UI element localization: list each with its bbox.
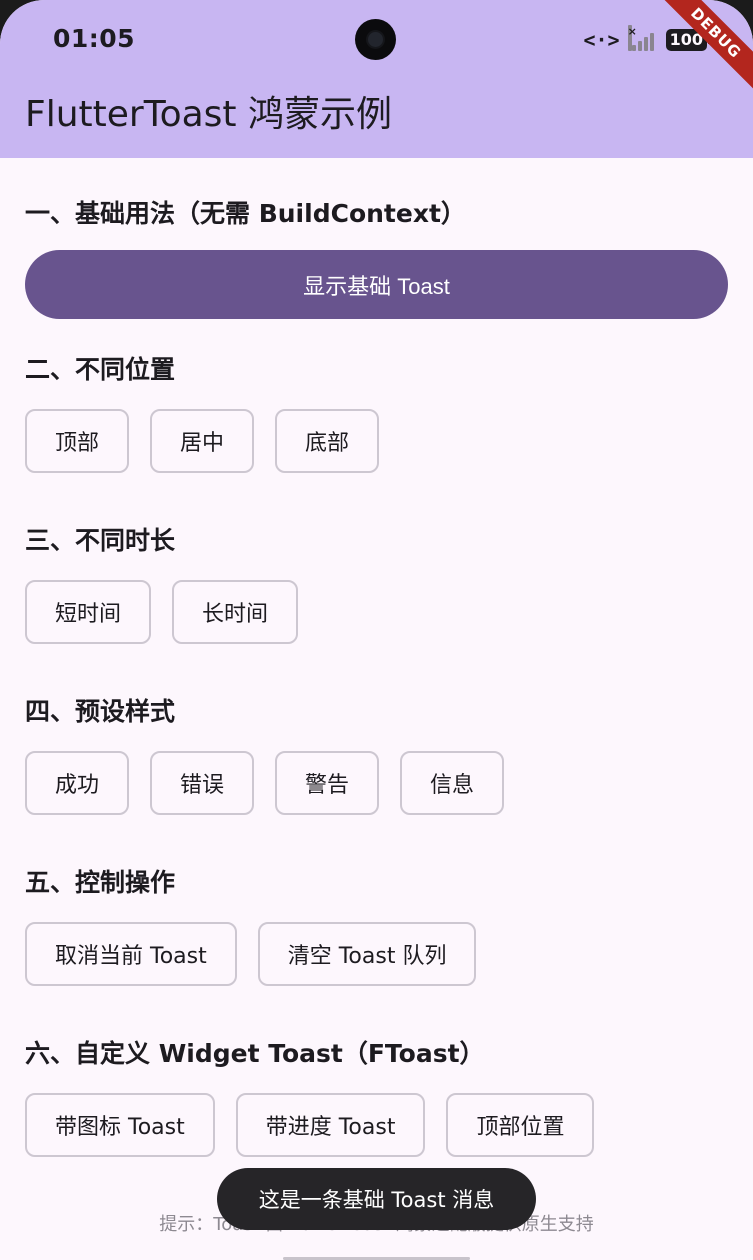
duration-button-row: 短时间 长时间 <box>25 580 299 644</box>
status-time: 01:05 <box>53 24 136 53</box>
section-title-position: 二、不同位置 <box>25 355 176 384</box>
cancel-toast-button[interactable]: 取消当前 Toast <box>25 922 237 986</box>
progress-toast-button[interactable]: 带进度 Toast <box>235 1093 426 1157</box>
section-title-basic: 一、基础用法（无需 BuildContext） <box>25 199 466 228</box>
phone-screen: 01:05 <·> × 100 DEBUG FlutterToast 鸿蒙示例 … <box>0 0 753 1260</box>
front-camera <box>355 19 396 60</box>
clear-queue-button[interactable]: 清空 Toast 队列 <box>257 922 477 986</box>
app-bar: 01:05 <·> × 100 DEBUG FlutterToast 鸿蒙示例 <box>0 0 753 158</box>
page-title: FlutterToast 鸿蒙示例 <box>25 94 392 135</box>
icon-toast-button[interactable]: 带图标 Toast <box>25 1093 215 1157</box>
info-button[interactable]: 信息 <box>400 751 505 815</box>
status-icons: <·> × 100 <box>583 25 712 53</box>
signal-icon: × <box>627 25 658 51</box>
bottom-position-button[interactable]: 底部 <box>275 409 380 473</box>
section-title-control: 五、控制操作 <box>25 868 176 897</box>
warning-button[interactable]: 警告 <box>275 751 380 815</box>
top-position-button[interactable]: 顶部 <box>25 409 130 473</box>
section-title-presets: 四、预设样式 <box>25 697 176 726</box>
code-icon: <·> <box>583 28 620 52</box>
show-basic-toast-button[interactable]: 显示基础 Toast <box>25 250 728 319</box>
preset-button-row: 成功 错误 警告 信息 <box>25 751 505 815</box>
position-button-row: 顶部 居中 底部 <box>25 409 380 473</box>
control-button-row: 取消当前 Toast 清空 Toast 队列 <box>25 922 477 986</box>
toast-message: 这是一条基础 Toast 消息 <box>217 1168 536 1230</box>
error-button[interactable]: 错误 <box>150 751 255 815</box>
no-signal-mark: × <box>627 25 637 51</box>
custom-button-row: 带图标 Toast 带进度 Toast 顶部位置 <box>25 1093 595 1157</box>
success-button[interactable]: 成功 <box>25 751 130 815</box>
center-position-button[interactable]: 居中 <box>150 409 255 473</box>
long-duration-button[interactable]: 长时间 <box>172 580 299 644</box>
short-duration-button[interactable]: 短时间 <box>25 580 152 644</box>
section-title-duration: 三、不同时长 <box>25 526 176 555</box>
section-title-custom: 六、自定义 Widget Toast（FToast） <box>25 1039 485 1068</box>
top-custom-toast-button[interactable]: 顶部位置 <box>446 1093 595 1157</box>
